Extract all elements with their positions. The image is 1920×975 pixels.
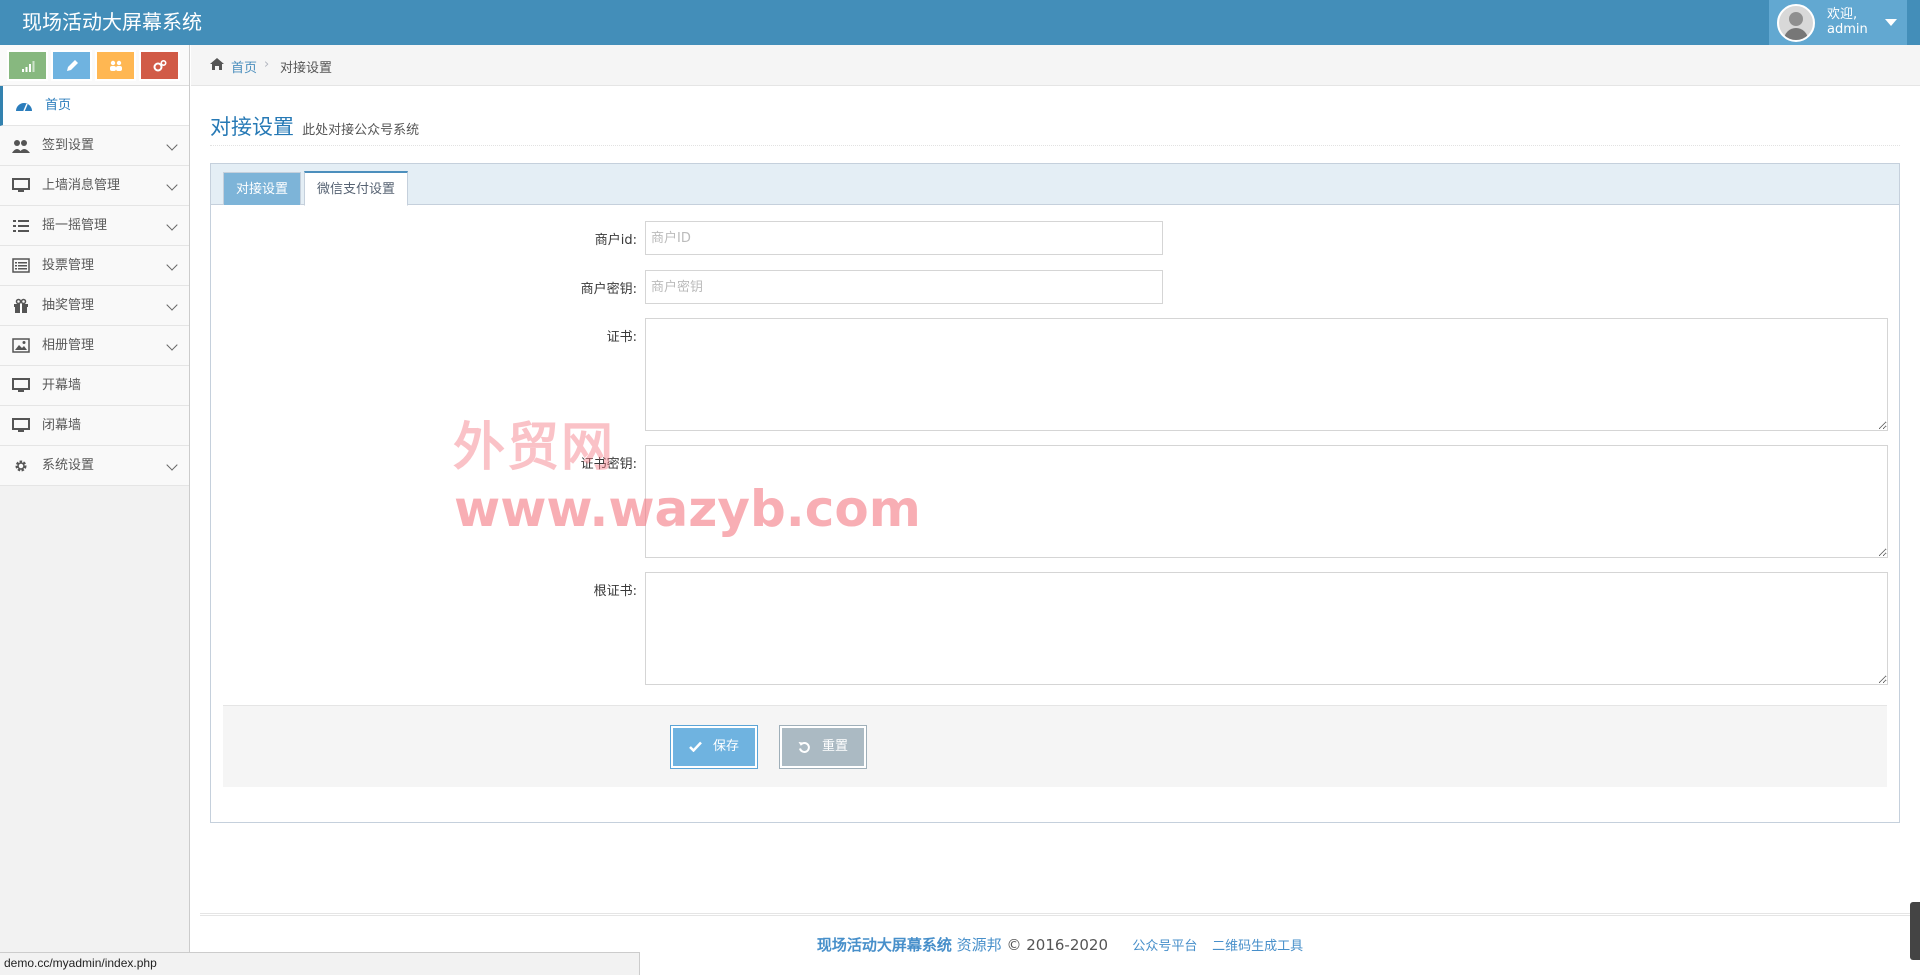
sidebar-item-label: 投票管理: [42, 258, 95, 273]
app-title[interactable]: 现场活动大屏幕系统: [22, 10, 202, 34]
form-actions: 保存 重置: [223, 705, 1887, 787]
pencil-icon: [67, 60, 78, 71]
group-icon: [110, 60, 122, 71]
chevron-down-icon: [166, 219, 178, 231]
user-info: 欢迎, admin: [1827, 7, 1868, 37]
sidebar-shortcuts: [0, 45, 189, 86]
save-button[interactable]: 保存: [671, 726, 757, 768]
status-bar-url: demo.cc/myadmin/index.php: [0, 952, 640, 975]
root-cert-label: 根证书:: [593, 584, 637, 599]
footer-copyright: © 2016-2020: [1006, 936, 1108, 954]
cert-label: 证书:: [606, 330, 637, 345]
sidebar-item-album[interactable]: 相册管理: [0, 326, 189, 366]
breadcrumb-home-link[interactable]: 首页: [231, 57, 257, 76]
watermark-url-text: www.wazyb.com: [454, 480, 921, 538]
desktop-icon: [12, 178, 30, 192]
tab-integration-settings[interactable]: 对接设置: [223, 172, 301, 205]
undo-icon: [798, 741, 810, 753]
sidebar-nav: 首页 签到设置 上墙消息管理 摇一摇管理 投票管理 抽奖管理 相册管理 开幕墙 …: [0, 86, 189, 486]
home-icon: [210, 58, 224, 70]
watermark-logo-text: 外贸网: [453, 417, 616, 478]
user-greeting: 欢迎,: [1827, 7, 1858, 22]
users-icon: [12, 140, 30, 153]
form-row-merchant-key: 商户密钥:: [211, 270, 1901, 304]
caret-down-icon: [1885, 19, 1897, 26]
footer-link-wechat-platform[interactable]: 公众号平台: [1132, 939, 1197, 954]
desktop-icon: [12, 378, 30, 392]
gift-icon: [14, 298, 28, 313]
reset-button-label: 重置: [822, 739, 849, 754]
sidebar-item-label: 签到设置: [42, 138, 95, 153]
sidebar: 首页 签到设置 上墙消息管理 摇一摇管理 投票管理 抽奖管理 相册管理 开幕墙 …: [0, 45, 190, 975]
sidebar-item-shake[interactable]: 摇一摇管理: [0, 206, 189, 246]
chevron-down-icon: [166, 179, 178, 191]
check-icon: [689, 741, 702, 752]
breadcrumb-separator: ›: [264, 57, 270, 72]
chevron-down-icon: [166, 139, 178, 151]
sidebar-item-label: 上墙消息管理: [42, 178, 121, 193]
dashboard-icon: [16, 103, 32, 112]
sidebar-item-label: 闭幕墙: [42, 418, 82, 433]
root-cert-textarea[interactable]: [645, 572, 1888, 685]
sidebar-item-label: 开幕墙: [42, 378, 82, 393]
sidebar-item-label: 首页: [45, 98, 72, 113]
picture-icon: [12, 338, 30, 353]
merchant-key-label: 商户密钥:: [580, 282, 637, 297]
user-name: admin: [1827, 22, 1868, 37]
sidebar-item-label: 抽奖管理: [42, 298, 95, 313]
desktop-icon: [12, 418, 30, 432]
sidebar-item-home[interactable]: 首页: [0, 86, 189, 126]
sidebar-item-closing-wall[interactable]: 闭幕墙: [0, 406, 189, 446]
shortcut-cogs-button[interactable]: [139, 50, 180, 81]
reset-button[interactable]: 重置: [780, 726, 866, 768]
sidebar-item-system-settings[interactable]: 系统设置: [0, 446, 189, 486]
list-alt-icon: [12, 258, 30, 273]
form-row-root-cert: 根证书:: [211, 572, 1901, 685]
top-navbar: 现场活动大屏幕系统 欢迎, admin: [0, 0, 1920, 45]
sidebar-item-label: 系统设置: [42, 458, 95, 473]
chevron-down-icon: [166, 259, 178, 271]
shortcut-group-button[interactable]: [95, 50, 136, 81]
merchant-id-input[interactable]: [645, 221, 1163, 255]
sidebar-item-label: 摇一摇管理: [42, 218, 108, 233]
sidebar-item-vote[interactable]: 投票管理: [0, 246, 189, 286]
page-header: 对接设置 此处对接公众号系统: [210, 114, 1900, 146]
chevron-down-icon: [166, 299, 178, 311]
chevron-down-icon: [166, 459, 178, 471]
shortcut-signal-button[interactable]: [7, 50, 48, 81]
form-row-merchant-id: 商户id:: [211, 221, 1901, 255]
tab-wechat-pay-settings[interactable]: 微信支付设置: [304, 171, 408, 206]
sidebar-item-lottery[interactable]: 抽奖管理: [0, 286, 189, 326]
sidebar-item-label: 相册管理: [42, 338, 95, 353]
signal-icon: [22, 61, 35, 72]
save-button-label: 保存: [713, 739, 740, 754]
breadcrumb-current: 对接设置: [280, 61, 333, 76]
footer-source: 资源邦: [956, 936, 1002, 954]
footer-brand: 现场活动大屏幕系统: [816, 936, 952, 954]
shortcut-pencil-button[interactable]: [51, 50, 92, 81]
cog-icon: [15, 460, 27, 472]
side-scroll-widget[interactable]: [1910, 902, 1920, 960]
merchant-id-label: 商户id:: [594, 233, 637, 248]
sidebar-item-checkin[interactable]: 签到设置: [0, 126, 189, 166]
breadcrumb: 首页 › 对接设置: [191, 45, 1920, 86]
avatar: [1777, 4, 1815, 42]
tab-bar: 对接设置 微信支付设置: [211, 164, 1899, 206]
cogs-icon: [153, 59, 167, 72]
cert-textarea[interactable]: [645, 318, 1888, 431]
chevron-down-icon: [166, 339, 178, 351]
merchant-key-input[interactable]: [645, 270, 1163, 304]
page-title: 对接设置: [210, 115, 294, 139]
list-icon: [13, 220, 29, 232]
page-subtitle: 此处对接公众号系统: [302, 123, 420, 138]
sidebar-item-opening-wall[interactable]: 开幕墙: [0, 366, 189, 406]
sidebar-item-wall-messages[interactable]: 上墙消息管理: [0, 166, 189, 206]
footer-link-qrcode-tool[interactable]: 二维码生成工具: [1212, 939, 1303, 954]
user-menu[interactable]: 欢迎, admin: [1769, 0, 1907, 45]
